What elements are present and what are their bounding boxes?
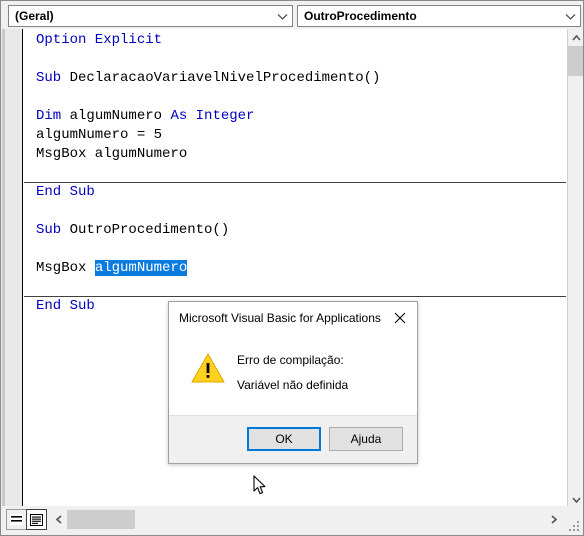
code-pane-bottom-bar bbox=[2, 506, 583, 534]
procedure-view-icon[interactable] bbox=[6, 509, 27, 530]
code-line[interactable]: Dim algumNumero As Integer bbox=[24, 107, 566, 126]
code-line[interactable]: MsgBox algumNumero bbox=[24, 259, 566, 278]
code-token: MsgBox algumNumero bbox=[36, 146, 188, 162]
dialog-message-line-2: Variável não definida bbox=[237, 378, 349, 392]
chevron-down-icon[interactable] bbox=[560, 6, 580, 26]
horizontal-scrollbar[interactable] bbox=[50, 510, 562, 529]
chevron-right-icon[interactable] bbox=[545, 510, 562, 529]
code-margin-edge bbox=[2, 29, 5, 508]
code-token: MsgBox bbox=[36, 260, 95, 276]
vba-editor-window: (Geral) OutroProcedimento Option Explici… bbox=[0, 0, 584, 536]
full-module-view-icon[interactable] bbox=[26, 509, 47, 530]
code-margin-indicator-bar[interactable] bbox=[2, 29, 23, 508]
code-token: DeclaracaoVariavelNivelProcedimento() bbox=[69, 70, 381, 86]
horizontal-scrollbar-track[interactable] bbox=[67, 510, 545, 529]
code-line[interactable]: MsgBox algumNumero bbox=[24, 145, 566, 164]
code-token: OutroProcedimento() bbox=[69, 222, 230, 238]
code-token: Option Explicit bbox=[36, 32, 163, 48]
code-token: algumNumero = 5 bbox=[36, 127, 163, 143]
close-icon[interactable] bbox=[383, 304, 417, 332]
compile-error-dialog: Microsoft Visual Basic for Applications … bbox=[168, 301, 418, 464]
code-token: Sub bbox=[36, 222, 70, 238]
vertical-scrollbar-thumb[interactable] bbox=[568, 46, 583, 76]
code-token: As Integer bbox=[170, 108, 255, 124]
object-combo-value: (Geral) bbox=[15, 9, 54, 23]
warning-triangle-icon bbox=[191, 352, 225, 384]
code-line[interactable] bbox=[24, 88, 566, 107]
code-pane-combo-bar: (Geral) OutroProcedimento bbox=[2, 2, 583, 29]
dialog-title: Microsoft Visual Basic for Applications bbox=[179, 310, 381, 325]
vertical-scrollbar-track[interactable] bbox=[568, 76, 583, 491]
code-line[interactable] bbox=[24, 202, 566, 221]
help-button[interactable]: Ajuda bbox=[329, 427, 403, 451]
selected-token: algumNumero bbox=[94, 260, 188, 276]
vertical-scrollbar[interactable] bbox=[567, 29, 583, 508]
ok-button[interactable]: OK bbox=[247, 427, 321, 451]
dialog-title-bar: Microsoft Visual Basic for Applications bbox=[169, 302, 417, 333]
chevron-up-icon[interactable] bbox=[568, 29, 583, 46]
code-line[interactable]: End Sub bbox=[24, 183, 566, 202]
chevron-left-icon[interactable] bbox=[50, 510, 67, 529]
code-line[interactable] bbox=[24, 240, 566, 259]
procedure-combo-box[interactable]: OutroProcedimento bbox=[297, 5, 581, 27]
code-line[interactable] bbox=[24, 278, 566, 297]
procedure-combo-value: OutroProcedimento bbox=[304, 9, 417, 23]
code-line[interactable]: Option Explicit bbox=[24, 31, 566, 50]
code-line[interactable]: Sub DeclaracaoVariavelNivelProcedimento(… bbox=[24, 69, 566, 88]
dialog-footer: OK Ajuda bbox=[169, 415, 417, 463]
chevron-down-icon[interactable] bbox=[272, 6, 292, 26]
code-line[interactable] bbox=[24, 50, 566, 69]
procedure-separator-line bbox=[24, 182, 566, 183]
dialog-message-line-1: Erro de compilação: bbox=[237, 353, 344, 367]
code-token: End Sub bbox=[36, 184, 95, 200]
object-combo-box[interactable]: (Geral) bbox=[8, 5, 293, 27]
code-token: End Sub bbox=[36, 298, 95, 314]
code-token: Dim bbox=[36, 108, 70, 124]
dialog-body: Erro de compilação: Variável não definid… bbox=[169, 333, 417, 417]
code-line[interactable]: Sub OutroProcedimento() bbox=[24, 221, 566, 240]
resize-grip-icon[interactable] bbox=[569, 519, 581, 531]
code-line[interactable] bbox=[24, 164, 566, 183]
procedure-separator-line bbox=[24, 296, 566, 297]
code-token: Sub bbox=[36, 70, 70, 86]
horizontal-scrollbar-thumb[interactable] bbox=[67, 510, 135, 529]
code-token: algumNumero bbox=[69, 108, 171, 124]
code-line[interactable]: algumNumero = 5 bbox=[24, 126, 566, 145]
